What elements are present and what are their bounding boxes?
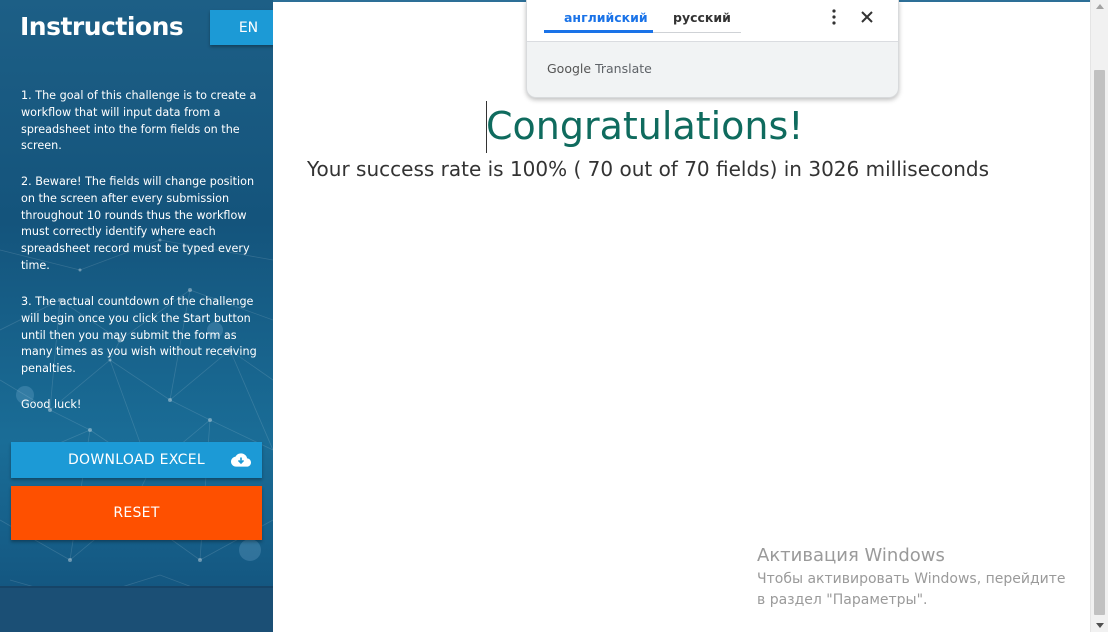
instructions-title: Instructions [20, 12, 184, 41]
translate-popup: английский русский Google Translate [526, 0, 899, 98]
language-button[interactable]: EN [210, 10, 273, 45]
scroll-thumb[interactable] [1094, 70, 1105, 615]
instruction-step-2: 2. Beware! The fields will change positi… [21, 175, 255, 272]
windows-activation-text: Чтобы активировать Windows, перейдите в … [757, 571, 1066, 608]
windows-activation-title: Активация Windows [757, 545, 945, 566]
close-icon[interactable] [857, 7, 877, 27]
translate-brand-text: Translate [595, 61, 652, 76]
more-vert-icon[interactable] [829, 8, 839, 26]
instruction-step-3: 3. The actual countdown of the challenge… [21, 295, 257, 376]
google-translate-brand: Google Translate [547, 61, 652, 76]
congratulations-heading: Congratulations! [486, 104, 804, 148]
sidebar-footer-band [0, 586, 273, 632]
instructions-sidebar: Instructions EN 1. The goal of this chal… [0, 0, 273, 632]
google-brand-text: Google [547, 61, 592, 76]
download-excel-button[interactable]: DOWNLOAD EXCEL [11, 442, 262, 478]
vertical-scrollbar[interactable] [1090, 0, 1108, 632]
translate-tabs: английский русский [527, 0, 898, 42]
tab-russian[interactable]: русский [673, 10, 731, 25]
tab-divider [653, 32, 741, 33]
scroll-up-arrow-icon[interactable] [1096, 4, 1104, 9]
success-rate-text: Your success rate is 100% ( 70 out of 70… [307, 157, 990, 181]
scroll-down-arrow-icon[interactable] [1096, 623, 1104, 628]
reset-button[interactable]: RESET [11, 486, 262, 540]
active-tab-indicator [544, 30, 653, 33]
tab-english[interactable]: английский [564, 10, 648, 25]
good-luck-text: Good luck! [21, 398, 82, 411]
instruction-step-1: 1. The goal of this challenge is to crea… [21, 89, 257, 153]
cloud-download-icon [231, 453, 251, 467]
download-excel-label: DOWNLOAD EXCEL [67, 452, 206, 468]
